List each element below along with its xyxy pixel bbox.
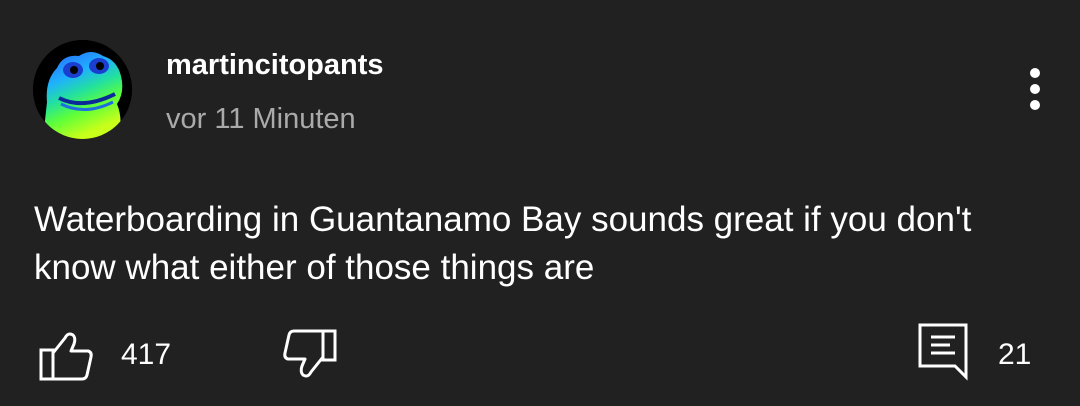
like-button[interactable]	[38, 330, 96, 382]
reply-count: 21	[998, 338, 1032, 371]
author-name[interactable]: martincitopants	[166, 47, 384, 83]
like-count: 417	[121, 338, 172, 371]
reply-button[interactable]	[917, 322, 971, 382]
thumbs-up-icon	[39, 332, 93, 381]
frog-avatar-image	[33, 40, 132, 139]
more-options-button[interactable]	[1014, 64, 1058, 114]
comment-timestamp: vor 11 Minuten	[166, 103, 356, 135]
reply-comment-icon	[918, 323, 968, 381]
more-vertical-icon	[1030, 68, 1040, 78]
dislike-button[interactable]	[280, 328, 338, 380]
comment-text: Waterboarding in Guantanamo Bay sounds g…	[34, 200, 972, 287]
comment-card: martincitopants vor 11 Minuten Waterboar…	[0, 0, 1080, 406]
avatar[interactable]	[33, 40, 132, 139]
thumbs-down-icon	[283, 329, 337, 378]
